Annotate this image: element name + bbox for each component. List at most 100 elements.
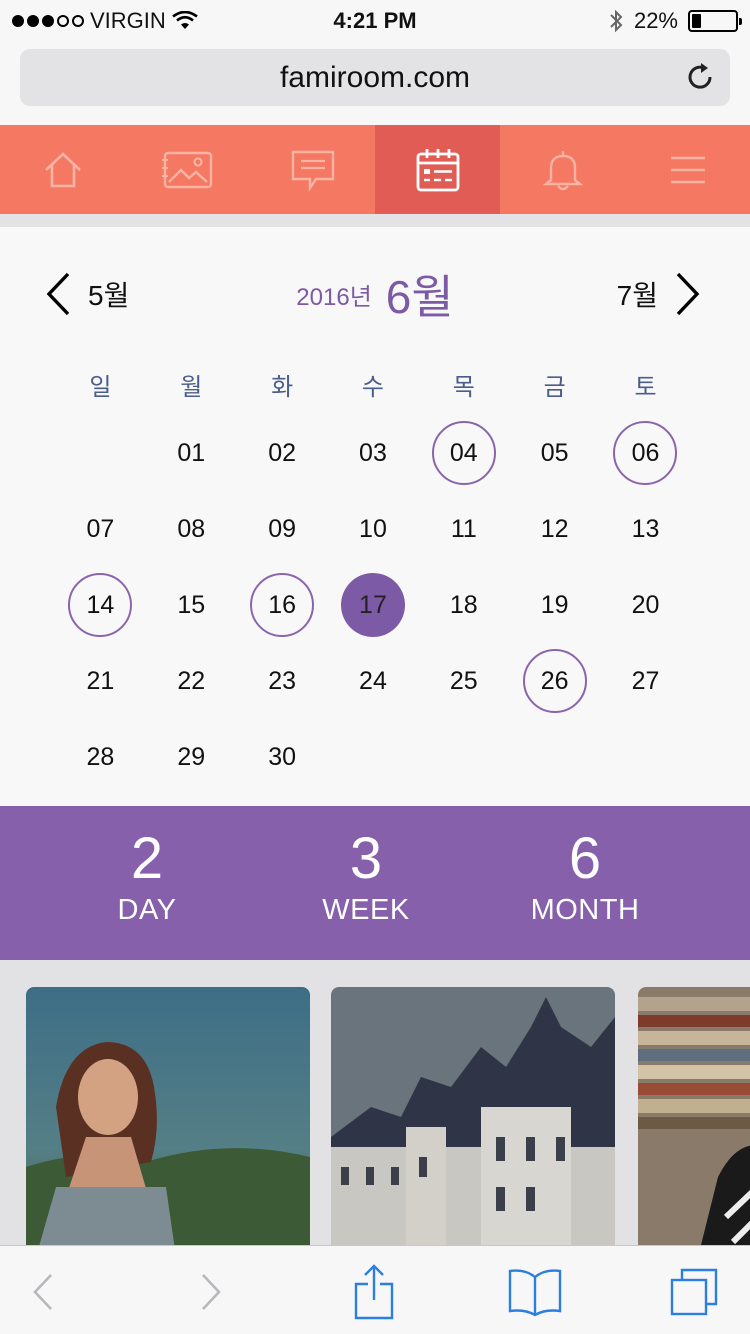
photo-card[interactable] bbox=[26, 987, 310, 1246]
day-cell[interactable]: 30 bbox=[237, 719, 328, 795]
forward-button[interactable] bbox=[181, 1264, 241, 1320]
day-number: 20 bbox=[631, 590, 660, 619]
photo-album-icon bbox=[161, 151, 212, 188]
current-year: 2016년 bbox=[296, 284, 372, 311]
day-cell[interactable]: 19 bbox=[509, 567, 600, 643]
url-text[interactable]: famiroom.com bbox=[20, 61, 730, 95]
day-cell[interactable]: 09 bbox=[237, 491, 328, 567]
day-cell[interactable]: 08 bbox=[146, 491, 237, 567]
tabs-button[interactable] bbox=[664, 1264, 724, 1320]
day-cell[interactable]: 15 bbox=[146, 567, 237, 643]
current-month-label: 6월 bbox=[385, 271, 454, 323]
day-number: 14 bbox=[68, 573, 133, 637]
main-nav bbox=[0, 125, 750, 214]
bluetooth-icon bbox=[610, 9, 623, 33]
day-number: 01 bbox=[177, 438, 206, 467]
stat-month[interactable]: 6 MONTH bbox=[485, 828, 685, 927]
stat-day-label: DAY bbox=[117, 894, 177, 926]
day-number: 06 bbox=[613, 421, 678, 485]
nav-album[interactable] bbox=[125, 125, 250, 214]
nav-divider bbox=[0, 214, 750, 227]
next-month-label: 7월 bbox=[616, 280, 658, 311]
weekday-header: 일월화수목금토 bbox=[55, 367, 691, 402]
day-cell[interactable]: 03 bbox=[328, 415, 419, 491]
day-number: 17 bbox=[340, 573, 405, 637]
stat-week-value: 3 bbox=[349, 826, 383, 891]
stats-band: 2 DAY 3 WEEK 6 MONTH bbox=[0, 806, 750, 978]
day-cell[interactable]: 10 bbox=[328, 491, 419, 567]
photo-strip bbox=[0, 960, 750, 1246]
day-number: 07 bbox=[86, 514, 115, 543]
day-cell-marked[interactable]: 06 bbox=[600, 415, 691, 491]
day-cell-marked[interactable]: 26 bbox=[509, 643, 600, 719]
nav-menu[interactable] bbox=[625, 125, 750, 214]
day-number: 05 bbox=[540, 438, 569, 467]
day-cell[interactable]: 02 bbox=[237, 415, 328, 491]
day-cell[interactable]: 28 bbox=[55, 719, 146, 795]
day-number: 09 bbox=[268, 514, 297, 543]
day-number: 02 bbox=[268, 438, 297, 467]
day-number: 25 bbox=[449, 666, 478, 695]
day-cell-marked[interactable]: 04 bbox=[418, 415, 509, 491]
day-cell[interactable]: 21 bbox=[55, 643, 146, 719]
nav-notifications[interactable] bbox=[500, 125, 625, 214]
day-number: 10 bbox=[359, 514, 387, 543]
day-number: 04 bbox=[431, 421, 496, 485]
day-cell[interactable]: 25 bbox=[418, 643, 509, 719]
photo-card[interactable] bbox=[638, 987, 750, 1246]
day-number: 08 bbox=[177, 514, 206, 543]
day-number: 19 bbox=[540, 590, 569, 619]
day-cell[interactable]: 13 bbox=[600, 491, 691, 567]
browser-address-area: famiroom.com bbox=[0, 40, 750, 125]
nav-home[interactable] bbox=[0, 125, 125, 214]
day-number: 18 bbox=[449, 590, 478, 619]
day-cell[interactable]: 23 bbox=[237, 643, 328, 719]
day-cell[interactable]: 29 bbox=[146, 719, 237, 795]
day-cell[interactable]: 22 bbox=[146, 643, 237, 719]
day-number: 13 bbox=[631, 514, 660, 543]
calendar-grid: 01 02 03 04 05 06 07 08 09 10 11 12 13 14 15 16 17 18 19 20… bbox=[55, 415, 691, 795]
stat-week[interactable]: 3 WEEK bbox=[266, 828, 466, 927]
empty-day-cell bbox=[55, 415, 146, 491]
day-cell[interactable]: 07 bbox=[55, 491, 146, 567]
day-cell[interactable]: 05 bbox=[509, 415, 600, 491]
browser-toolbar bbox=[0, 1245, 750, 1334]
day-number: 16 bbox=[250, 573, 315, 637]
menu-icon bbox=[670, 156, 705, 183]
back-icon bbox=[33, 1274, 52, 1310]
battery-icon bbox=[688, 10, 742, 32]
bell-icon bbox=[542, 150, 583, 190]
nav-chat[interactable] bbox=[250, 125, 375, 214]
day-cell[interactable]: 27 bbox=[600, 643, 691, 719]
stat-day[interactable]: 2 DAY bbox=[47, 828, 247, 927]
day-number: 26 bbox=[522, 649, 587, 713]
share-button[interactable] bbox=[344, 1264, 404, 1320]
stat-day-value: 2 bbox=[130, 826, 164, 891]
tabs-icon bbox=[670, 1268, 718, 1316]
day-cell[interactable]: 11 bbox=[418, 491, 509, 567]
reload-icon[interactable] bbox=[684, 61, 716, 93]
photo-card[interactable] bbox=[331, 987, 615, 1246]
day-cell[interactable]: 12 bbox=[509, 491, 600, 567]
weekday-label: 목 bbox=[452, 374, 475, 401]
address-bar[interactable]: famiroom.com bbox=[20, 49, 730, 106]
day-cell[interactable]: 24 bbox=[328, 643, 419, 719]
month-navigation: 5월 2016년 6월 7월 bbox=[0, 267, 750, 327]
nav-calendar[interactable] bbox=[375, 125, 500, 214]
day-number: 15 bbox=[177, 590, 206, 619]
day-cell-today[interactable]: 17 bbox=[328, 567, 419, 643]
day-cell-marked[interactable]: 16 bbox=[237, 567, 328, 643]
battery-percent: 22% bbox=[633, 8, 678, 33]
forward-icon bbox=[202, 1274, 221, 1310]
day-cell[interactable]: 01 bbox=[146, 415, 237, 491]
next-month-button[interactable]: 7월 bbox=[617, 271, 702, 317]
day-cell[interactable]: 20 bbox=[600, 567, 691, 643]
calendar-icon bbox=[416, 148, 459, 191]
day-number: 11 bbox=[450, 514, 477, 543]
home-icon bbox=[44, 151, 81, 187]
day-cell[interactable]: 18 bbox=[418, 567, 509, 643]
stat-month-label: MONTH bbox=[530, 894, 640, 926]
back-button[interactable] bbox=[13, 1264, 73, 1320]
bookmarks-button[interactable] bbox=[505, 1264, 565, 1320]
day-cell-marked[interactable]: 14 bbox=[55, 567, 146, 643]
